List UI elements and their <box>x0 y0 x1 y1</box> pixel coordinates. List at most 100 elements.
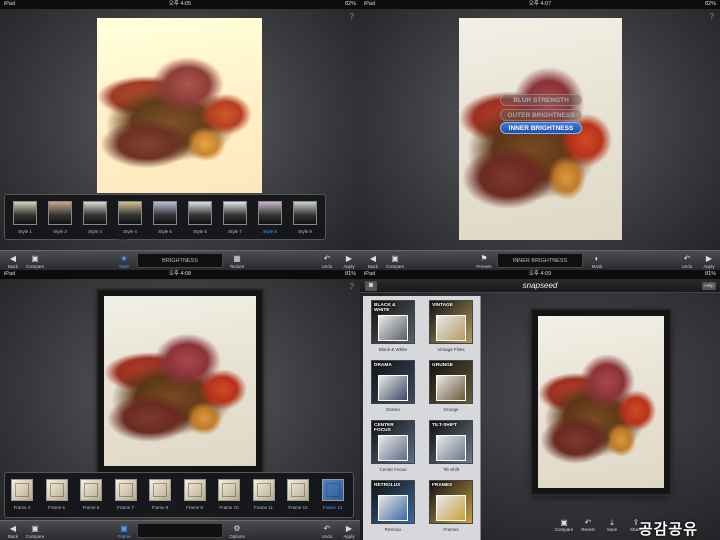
filter-caption: Black & White <box>378 347 407 352</box>
filter-title: BLACK & WHITE <box>374 303 396 314</box>
filter-tile[interactable]: RETROLUX <box>371 480 415 524</box>
photo-canvas <box>97 18 262 193</box>
bottom-toolbar: ◀ Back ▣ Compare ⚑ Presets INNER BRIGHTNESS… <box>360 250 720 270</box>
mask-button[interactable]: ◐ Mask <box>584 254 610 269</box>
compare-icon: ▣ <box>391 254 399 263</box>
style-thumbnail[interactable] <box>83 201 107 225</box>
status-time: 오후 4:08 <box>168 271 192 277</box>
frame-thumbnail[interactable] <box>183 479 206 501</box>
battery-level: 81% <box>344 271 356 277</box>
style-thumbnail[interactable] <box>258 201 282 225</box>
style-thumbnail[interactable] <box>293 201 317 225</box>
help-icon[interactable]: ? <box>350 282 354 291</box>
compare-button[interactable]: ▣ Compare <box>382 254 408 269</box>
menu-outer-brightness[interactable]: OUTER BRIGHTNESS <box>500 109 582 121</box>
frame-label: Frame 7 <box>117 505 134 510</box>
style-tray: Style 1 Style 2 Style 3 Style 4 Style 5 Style… <box>4 194 326 240</box>
apply-button[interactable]: ▶ Apply <box>696 254 720 269</box>
filter-tile[interactable]: CENTER FOCUS <box>371 420 415 464</box>
style-thumbnail[interactable] <box>48 201 72 225</box>
frame-button[interactable]: ▣ Frame <box>111 524 137 539</box>
frame-thumbnail[interactable] <box>321 479 344 501</box>
brightness-slider[interactable]: BRIGHTNESS <box>137 253 223 268</box>
frame-thumbnail[interactable] <box>45 479 68 501</box>
apply-arrow-icon: ▶ <box>705 254 713 263</box>
frame-tray: Frame 4 Frame 5 Frame 6 Frame 7 Frame 8 Frame… <box>4 472 354 518</box>
frame-label: Frame 4 <box>13 505 31 510</box>
apply-button[interactable]: ▶ Apply <box>336 254 360 269</box>
options-button[interactable]: ⚙ Options <box>224 524 250 539</box>
filter-grid: BLACK & WHITE Black & White VINTAGE Vintage… <box>363 296 481 540</box>
filter-tile[interactable]: GRUNGE <box>429 360 473 404</box>
style-label: Style 5 <box>158 229 172 234</box>
frame-label: Frame 8 <box>151 505 169 510</box>
status-bar: iPad 오후 4:08 81% <box>0 270 360 279</box>
frame-thumbnail[interactable] <box>287 479 309 501</box>
frame-label: Frame 11 <box>254 505 273 510</box>
compare-button[interactable]: ▣ Compare <box>22 254 48 269</box>
frame-thumbnail[interactable] <box>11 479 33 501</box>
texture-button[interactable]: ▦ Texture <box>224 254 250 269</box>
style-thumbnail[interactable] <box>118 201 142 225</box>
filter-title: FRAMES <box>432 483 453 488</box>
style-label: Style 4 <box>123 229 137 234</box>
filter-preview <box>378 435 408 461</box>
style-thumbnail[interactable] <box>13 201 37 225</box>
filter-tile[interactable]: TILT-SHIFT <box>429 420 473 464</box>
apply-arrow-icon: ▶ <box>345 254 353 263</box>
filter-tile[interactable]: DRAMA <box>371 360 415 404</box>
frame-thumbnail[interactable] <box>218 479 240 501</box>
filter-title: VINTAGE <box>432 303 453 308</box>
style-label: Style 6 <box>193 229 207 234</box>
filter-title: TILT-SHIFT <box>432 423 457 428</box>
inner-brightness-slider[interactable]: INNER BRIGHTNESS <box>497 253 583 268</box>
frame-thumbnail[interactable] <box>80 479 102 501</box>
bottom-toolbar: ◀ Back ▣ Compare ★ Style BRIGHTNESS ▦ Textur… <box>0 250 360 270</box>
style-thumbnail[interactable] <box>188 201 212 225</box>
menu-inner-brightness[interactable]: INNER BRIGHTNESS <box>500 122 582 134</box>
filter-caption: Drama <box>386 407 400 412</box>
battery-level: 82% <box>344 1 356 7</box>
mask-icon: ◐ <box>594 254 600 263</box>
frame-thumbnail[interactable] <box>114 479 137 501</box>
style-thumbnail[interactable] <box>153 201 177 225</box>
presets-icon: ⚑ <box>480 254 488 263</box>
frame-label: Frame 13 <box>322 505 343 510</box>
filter-tile[interactable]: VINTAGE <box>429 300 473 344</box>
presets-button[interactable]: ⚑ Presets <box>471 254 497 269</box>
help-button[interactable]: Help <box>702 282 716 290</box>
filter-caption: Retrolux <box>384 527 402 532</box>
status-bar: iPad 오후 4:07 82% <box>360 0 720 9</box>
help-icon[interactable]: ? <box>710 12 714 21</box>
snapseed-collage: iPad 오후 4:05 82% ? Style 1 Style 2 Style 3… <box>0 0 720 540</box>
filter-tile[interactable]: BLACK & WHITE <box>371 300 415 344</box>
frame-label: Frame 9 <box>186 505 203 510</box>
style-label: Style 8 <box>263 229 277 234</box>
filter-preview <box>378 495 408 521</box>
panel-center-focus: iPad 오후 4:07 82% ? BLUR STRENGTH OUTER B… <box>360 0 720 270</box>
frame-label: Frame 10 <box>219 505 239 510</box>
photo-canvas <box>98 290 262 472</box>
filter-preview <box>436 495 466 521</box>
menu-blur-strength[interactable]: BLUR STRENGTH <box>500 94 582 106</box>
status-bar: iPad 오후 4:09 81% <box>360 270 720 279</box>
style-button[interactable]: ★ Style <box>111 254 137 269</box>
apply-button[interactable]: ▶ Apply <box>336 524 360 539</box>
frame-thumbnail[interactable] <box>149 479 171 501</box>
style-label: Style 9 <box>298 229 312 234</box>
tray-pointer <box>118 239 128 244</box>
watermark-text: 공감공유 <box>638 521 698 538</box>
status-bar: iPad 오후 4:05 82% <box>0 0 360 9</box>
app-title: snapseed <box>522 281 558 290</box>
compare-button[interactable]: ▣ Compare <box>22 524 48 539</box>
frame-width-slider[interactable] <box>137 523 223 538</box>
frame-label: Frame 5 <box>48 505 65 510</box>
help-icon[interactable]: ? <box>350 12 354 21</box>
filter-tile[interactable]: FRAMES <box>429 480 473 524</box>
frame-thumbnail[interactable] <box>252 479 275 501</box>
filter-title: CENTER FOCUS <box>374 423 394 434</box>
filter-caption: Tilt-Shift <box>442 467 460 472</box>
frame-label: Frame 6 <box>82 505 100 510</box>
filter-caption: Center Focus <box>379 467 407 472</box>
style-thumbnail[interactable] <box>223 201 247 225</box>
